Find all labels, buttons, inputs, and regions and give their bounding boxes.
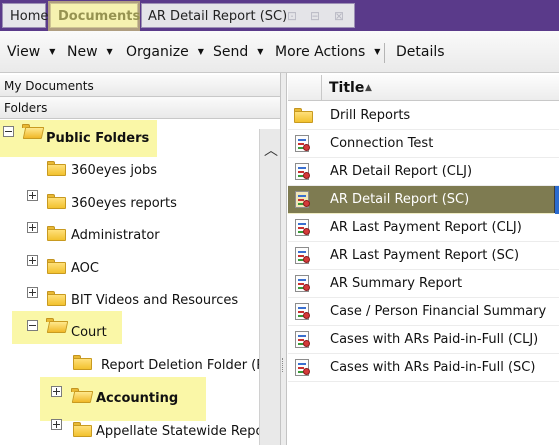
list-item[interactable]: Case / Person Financial Summary	[288, 298, 559, 326]
folder-icon	[73, 422, 92, 437]
list-item[interactable]: Drill Reports	[288, 102, 559, 130]
panel-splitter[interactable]	[281, 73, 287, 445]
tree-item-aoc[interactable]: AOC	[71, 257, 99, 281]
tree-scrollbar[interactable]: ︿	[259, 129, 280, 445]
column-divider	[321, 75, 322, 101]
folders-header[interactable]: Folders	[0, 97, 280, 119]
title-column-label: Title	[329, 80, 365, 96]
list-item-label: AR Last Payment Report (SC)	[330, 248, 520, 263]
tab-home[interactable]: Home	[2, 3, 48, 28]
toolbar: View ▼ New ▼ Organize ▼ Send ▼ More Actions ▼…	[0, 31, 559, 73]
send-menu-button[interactable]: Send ▼	[213, 31, 263, 73]
list-item-label: Cases with ARs Paid-in-Full (CLJ)	[330, 332, 539, 347]
organize-label: Organize	[126, 44, 189, 60]
list-item-label: AR Detail Report (SC)	[330, 192, 470, 207]
minimize-tab-icon[interactable]: ⊟	[310, 4, 320, 29]
list-item[interactable]: Cases with ARs Paid-in-Full (CLJ)	[288, 326, 559, 354]
list-item[interactable]: AR Last Payment Report (CLJ)	[288, 214, 559, 242]
tab-ar-detail-report-sc[interactable]: AR Detail Report (SC) ⊡ ⊟ ⊠	[141, 3, 355, 28]
expand-icon[interactable]	[27, 190, 38, 201]
tab-strip: Home Documents AR Detail Report (SC) ⊡ ⊟…	[0, 0, 559, 34]
report-icon	[294, 331, 312, 349]
tab-label: AR Detail Report (SC)	[148, 9, 288, 24]
report-icon	[294, 135, 312, 153]
folder-icon	[47, 226, 66, 241]
more-actions-label: More Actions	[275, 44, 366, 60]
tree-item-360eyes-reports[interactable]: 360eyes reports	[71, 192, 177, 216]
report-icon	[294, 191, 312, 209]
tree-item-accounting[interactable]: Accounting	[96, 387, 178, 411]
tree-item-bit-videos-and-resources[interactable]: BIT Videos and Resources	[71, 289, 238, 313]
my-documents-header[interactable]: My Documents	[0, 75, 280, 97]
list-item-label: Case / Person Financial Summary	[330, 304, 547, 319]
scroll-up-icon[interactable]: ︿	[263, 143, 279, 159]
collapse-icon[interactable]	[3, 126, 14, 137]
expand-icon[interactable]	[27, 255, 38, 266]
organize-menu-button[interactable]: Organize ▼	[126, 31, 204, 73]
report-icon	[294, 163, 312, 181]
list-item[interactable]: AR Detail Report (CLJ)	[288, 158, 559, 186]
report-icon	[294, 219, 312, 237]
list-item[interactable]: AR Last Payment Report (SC)	[288, 242, 559, 270]
more-actions-menu-button[interactable]: More Actions ▼	[275, 31, 380, 73]
chevron-down-icon: ▼	[49, 47, 56, 56]
document-list-panel: Title ▲ Drill Reports Connection Test AR…	[288, 73, 559, 445]
new-label: New	[67, 44, 98, 60]
tab-documents[interactable]: Documents	[50, 3, 140, 28]
tree-item-appellate-statewide-reports[interactable]: Appellate Statewide Reports	[96, 420, 280, 444]
folder-open-icon	[71, 388, 94, 403]
list-item-label: AR Detail Report (CLJ)	[330, 164, 473, 179]
tree-item-report-deletion-folder[interactable]: Report Deletion Folder (Re	[101, 354, 273, 378]
splitter-grip-icon[interactable]	[282, 358, 285, 372]
list-item[interactable]: AR Summary Report	[288, 270, 559, 298]
pin-tab-icon[interactable]: ⊡	[287, 4, 297, 29]
list-item-label: AR Summary Report	[330, 276, 463, 291]
list-item[interactable]: Cases with ARs Paid-in-Full (SC)	[288, 354, 559, 382]
folder-open-icon	[46, 318, 69, 333]
new-menu-button[interactable]: New ▼	[67, 31, 113, 73]
report-icon	[294, 359, 312, 377]
tree-item-360eyes-jobs[interactable]: 360eyes jobs	[71, 159, 157, 183]
expand-icon[interactable]	[27, 287, 38, 298]
tree-item-administrator[interactable]: Administrator	[71, 224, 160, 248]
chevron-down-icon: ▼	[257, 47, 264, 56]
report-icon	[294, 247, 312, 265]
bi-launchpad-window: Home Documents AR Detail Report (SC) ⊡ ⊟…	[0, 0, 559, 445]
list-item[interactable]: Connection Test	[288, 130, 559, 158]
close-tab-icon[interactable]: ⊠	[334, 4, 344, 29]
report-icon	[294, 303, 312, 321]
folder-icon	[47, 161, 66, 176]
collapse-icon[interactable]	[27, 320, 38, 331]
title-column-header[interactable]: Title ▲	[288, 75, 559, 101]
folder-icon	[47, 291, 66, 306]
view-menu-button[interactable]: View ▼	[7, 31, 55, 73]
list-item-label: Connection Test	[330, 136, 434, 151]
list-item-label: Cases with ARs Paid-in-Full (SC)	[330, 360, 536, 375]
folder-icon	[47, 259, 66, 274]
chevron-down-icon: ▼	[374, 47, 381, 56]
view-label: View	[7, 44, 41, 60]
folder-icon	[73, 355, 92, 370]
folder-icon	[294, 107, 313, 125]
list-item-selected[interactable]: AR Detail Report (SC)	[288, 186, 559, 214]
tree-item-court[interactable]: Court	[71, 321, 107, 345]
toolbar-divider	[384, 43, 385, 63]
list-item-label: AR Last Payment Report (CLJ)	[330, 220, 522, 235]
folder-open-icon	[22, 124, 45, 139]
expand-icon[interactable]	[27, 222, 38, 233]
send-label: Send	[213, 44, 249, 60]
selection-edge	[555, 186, 559, 214]
folder-navigation-panel: My Documents Folders Public Folders 360e…	[0, 73, 281, 445]
report-icon	[294, 275, 312, 293]
expand-icon[interactable]	[51, 386, 62, 397]
expand-icon[interactable]	[51, 419, 62, 430]
tree-item-public-folders[interactable]: Public Folders	[46, 127, 149, 151]
folder-icon	[47, 194, 66, 209]
chevron-down-icon: ▼	[106, 47, 113, 56]
details-button[interactable]: Details	[396, 31, 445, 73]
chevron-down-icon: ▼	[197, 47, 204, 56]
list-item-label: Drill Reports	[330, 108, 411, 123]
sort-ascending-icon[interactable]: ▲	[365, 75, 372, 101]
